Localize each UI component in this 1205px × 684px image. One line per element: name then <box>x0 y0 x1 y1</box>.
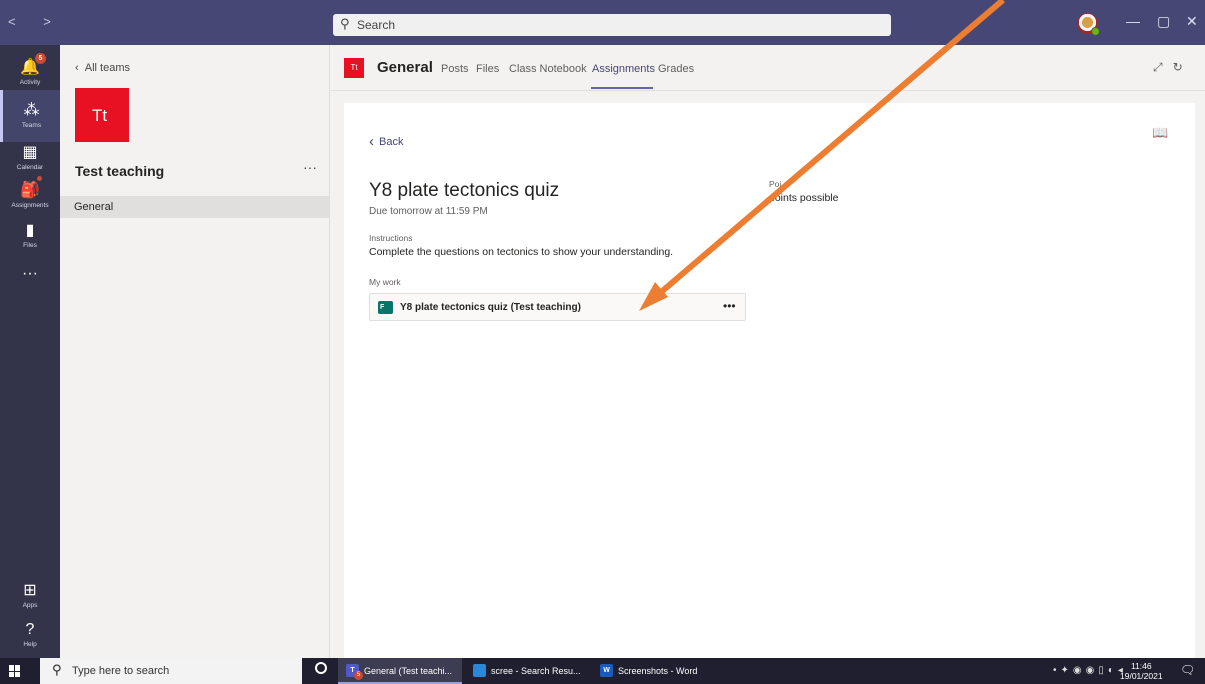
assignment-card: ‹ Back 📖 Y8 plate tectonics quiz Due tomo… <box>344 103 1195 658</box>
header-divider <box>331 90 1205 91</box>
system-tray[interactable]: •✦◉◉▯◐◂ <box>1053 665 1127 676</box>
rail-item-help[interactable]: ? Help <box>0 611 60 663</box>
taskbar-app-teams[interactable]: T 5 General (Test teachi... <box>338 658 462 684</box>
taskbar-app-label: General (Test teachi... <box>364 666 453 676</box>
bell-icon: 🔔 <box>20 59 40 76</box>
immersive-reader-icon[interactable]: 📖 <box>1152 125 1168 141</box>
search-icon: ⚲ <box>52 662 62 677</box>
points-text: points possible <box>769 192 839 204</box>
user-avatar[interactable] <box>1077 13 1100 36</box>
title-bar: < > ⚲ Search — ▢ ✕ <box>0 0 1205 45</box>
my-work-label: My work <box>369 277 401 287</box>
taskbar-app-search[interactable]: scree - Search Resu... <box>465 658 590 684</box>
taskbar-app-label: scree - Search Resu... <box>491 666 581 676</box>
notifications-icon[interactable]: 🗨 <box>1180 663 1195 677</box>
forms-icon: F <box>378 301 393 314</box>
tab-class-notebook[interactable]: Class Notebook <box>509 63 587 75</box>
back-button[interactable]: ‹ Back <box>369 132 404 150</box>
assignment-title: Y8 plate tectonics quiz <box>369 180 560 201</box>
help-icon: ? <box>25 621 35 638</box>
active-tab-indicator <box>591 87 653 89</box>
work-item-more-button[interactable]: ••• <box>723 299 736 313</box>
teams-icon: ⁂ <box>23 102 40 119</box>
calendar-icon: ▦ <box>22 144 38 161</box>
history-nav[interactable]: < > <box>8 14 63 29</box>
main-area: Tt General Posts Files Class Notebook As… <box>331 45 1205 658</box>
due-date: Due tomorrow at 11:59 PM <box>369 206 488 217</box>
rail-label: Apps <box>22 602 38 609</box>
activity-badge: 5 <box>35 53 46 64</box>
maximize-button[interactable]: ▢ <box>1157 13 1170 30</box>
clock[interactable]: 11:46 19/01/2021 <box>1120 661 1163 681</box>
rail-label: Teams <box>21 122 42 129</box>
chevron-left-icon: ‹ <box>369 133 374 150</box>
windows-start-icon[interactable] <box>9 665 21 677</box>
apps-icon: ⊞ <box>23 582 37 599</box>
channel-avatar: Tt <box>344 58 364 78</box>
channel-item-general[interactable]: General <box>60 196 329 218</box>
rail-label: Help <box>23 641 37 648</box>
rail-item-more[interactable]: ··· <box>0 255 60 307</box>
instructions-label: Instructions <box>369 233 413 243</box>
search-input[interactable]: ⚲ Search <box>333 14 891 36</box>
search-icon: ⚲ <box>340 16 350 31</box>
team-name: Test teaching <box>75 163 165 179</box>
close-button[interactable]: ✕ <box>1186 13 1198 30</box>
clock-time: 11:46 <box>1130 661 1152 671</box>
points-label: Poi <box>769 179 782 189</box>
work-item[interactable]: F Y8 plate tectonics quiz (Test teaching… <box>369 293 746 321</box>
taskbar-app-word[interactable]: W Screenshots - Word <box>592 658 717 684</box>
files-icon: ▮ <box>25 222 35 239</box>
taskbar-search-placeholder: Type here to search <box>72 665 170 677</box>
tab-posts[interactable]: Posts <box>441 63 469 75</box>
cortana-icon[interactable] <box>315 662 327 674</box>
team-avatar: Tt <box>75 88 129 142</box>
search-app-icon <box>473 664 486 677</box>
expand-icon[interactable]: ⤢ <box>1153 60 1163 74</box>
tray-icons: •✦◉◉▯◐◂ <box>1053 665 1127 676</box>
all-teams-link[interactable]: ‹ All teams <box>75 62 130 74</box>
rail-label: Files <box>23 242 37 249</box>
more-icon: ··· <box>22 265 38 282</box>
tab-grades[interactable]: Grades <box>658 63 694 75</box>
work-item-name[interactable]: Y8 plate tectonics quiz (Test teaching) <box>400 302 581 313</box>
rail-label: Assignments <box>11 202 49 209</box>
tab-assignments[interactable]: Assignments <box>592 63 655 75</box>
presence-icon <box>1091 27 1100 36</box>
assignments-icon: 🎒 <box>20 182 40 199</box>
rail-label: Activity <box>19 79 41 86</box>
minimize-button[interactable]: — <box>1126 13 1140 29</box>
taskbar-app-label: Screenshots - Word <box>618 666 698 676</box>
app-rail: 🔔 5 Activity ⁂ Teams ▦ Calendar 🎒 Assign… <box>0 45 60 658</box>
header-actions: ⤢ ↻ <box>1153 60 1183 75</box>
all-teams-label: All teams <box>84 62 131 74</box>
tab-files[interactable]: Files <box>476 63 499 75</box>
unread-dot <box>37 176 42 181</box>
teams-badge: 5 <box>354 671 363 680</box>
word-app-icon: W <box>600 664 613 677</box>
team-more-button[interactable]: ··· <box>303 159 317 175</box>
refresh-icon[interactable]: ↻ <box>1173 60 1183 74</box>
search-placeholder: Search <box>357 18 396 32</box>
clock-date: 19/01/2021 <box>1120 671 1163 681</box>
chevron-left-icon: ‹ <box>75 62 85 74</box>
taskbar-search[interactable]: ⚲ Type here to search <box>40 658 302 684</box>
channel-title: General <box>377 59 433 76</box>
instructions-text: Complete the questions on tectonics to s… <box>369 246 674 258</box>
windows-taskbar: ⚲ Type here to search T 5 General (Test … <box>0 658 1205 684</box>
back-label: Back <box>379 136 404 148</box>
team-panel: ‹ All teams Tt Test teaching ··· General <box>60 45 330 658</box>
